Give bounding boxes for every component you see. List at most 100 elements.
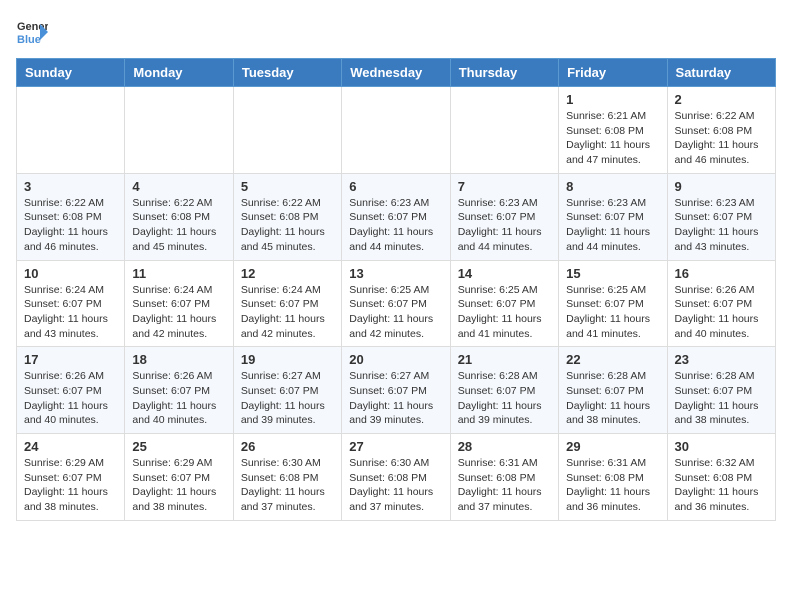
weekday-header-tuesday: Tuesday xyxy=(233,59,341,87)
day-number: 6 xyxy=(349,179,442,194)
calendar-cell: 28Sunrise: 6:31 AM Sunset: 6:08 PM Dayli… xyxy=(450,434,558,521)
calendar-cell: 7 Sunrise: 6:23 AM Sunset: 6:07 PM Daylig… xyxy=(450,173,558,260)
calendar-cell: 21Sunrise: 6:28 AM Sunset: 6:07 PM Dayli… xyxy=(450,347,558,434)
calendar-row-0: 1 Sunrise: 6:21 AM Sunset: 6:08 PM Daylig… xyxy=(17,87,776,174)
calendar-cell: 11 Sunrise: 6:24 AM Sunset: 6:07 PM Dayli… xyxy=(125,260,233,347)
day-number: 9 xyxy=(675,179,768,194)
weekday-header-thursday: Thursday xyxy=(450,59,558,87)
calendar-cell: 5 Sunrise: 6:22 AM Sunset: 6:08 PM Daylig… xyxy=(233,173,341,260)
day-number: 18 xyxy=(132,352,225,367)
day-info: Sunrise: 6:22 AM Sunset: 6:08 PM Dayligh… xyxy=(241,196,334,255)
day-number: 15 xyxy=(566,266,659,281)
day-info: Sunrise: 6:32 AM Sunset: 6:08 PM Dayligh… xyxy=(675,456,768,515)
day-info: Sunrise: 6:26 AM Sunset: 6:07 PM Dayligh… xyxy=(675,283,768,342)
day-number: 2 xyxy=(675,92,768,107)
calendar-cell: 24 Sunrise: 6:29 AM Sunset: 6:07 PM Dayli… xyxy=(17,434,125,521)
calendar-cell xyxy=(233,87,341,174)
calendar-row-3: 17 Sunrise: 6:26 AM Sunset: 6:07 PM Dayli… xyxy=(17,347,776,434)
day-info: Sunrise: 6:31 AM Sunset: 6:08 PM Dayligh… xyxy=(458,456,551,515)
weekday-header-row: SundayMondayTuesdayWednesdayThursdayFrid… xyxy=(17,59,776,87)
day-number: 16 xyxy=(675,266,768,281)
day-info: Sunrise: 6:26 AM Sunset: 6:07 PM Dayligh… xyxy=(24,369,117,428)
calendar-cell xyxy=(125,87,233,174)
calendar-cell: 12Sunrise: 6:24 AM Sunset: 6:07 PM Dayli… xyxy=(233,260,341,347)
calendar-row-2: 10 Sunrise: 6:24 AM Sunset: 6:07 PM Dayli… xyxy=(17,260,776,347)
day-number: 8 xyxy=(566,179,659,194)
day-number: 17 xyxy=(24,352,117,367)
day-number: 19 xyxy=(241,352,334,367)
weekday-header-monday: Monday xyxy=(125,59,233,87)
day-info: Sunrise: 6:21 AM Sunset: 6:08 PM Dayligh… xyxy=(566,109,659,168)
day-info: Sunrise: 6:23 AM Sunset: 6:07 PM Dayligh… xyxy=(458,196,551,255)
day-info: Sunrise: 6:26 AM Sunset: 6:07 PM Dayligh… xyxy=(132,369,225,428)
day-number: 7 xyxy=(458,179,551,194)
weekday-header-sunday: Sunday xyxy=(17,59,125,87)
day-info: Sunrise: 6:22 AM Sunset: 6:08 PM Dayligh… xyxy=(24,196,117,255)
day-number: 1 xyxy=(566,92,659,107)
calendar-cell: 14Sunrise: 6:25 AM Sunset: 6:07 PM Dayli… xyxy=(450,260,558,347)
day-info: Sunrise: 6:28 AM Sunset: 6:07 PM Dayligh… xyxy=(458,369,551,428)
calendar-cell: 18 Sunrise: 6:26 AM Sunset: 6:07 PM Dayli… xyxy=(125,347,233,434)
day-info: Sunrise: 6:24 AM Sunset: 6:07 PM Dayligh… xyxy=(241,283,334,342)
calendar-cell: 4 Sunrise: 6:22 AM Sunset: 6:08 PM Daylig… xyxy=(125,173,233,260)
logo-icon: General Blue xyxy=(16,16,48,48)
calendar-cell: 16 Sunrise: 6:26 AM Sunset: 6:07 PM Dayli… xyxy=(667,260,775,347)
day-info: Sunrise: 6:28 AM Sunset: 6:07 PM Dayligh… xyxy=(675,369,768,428)
day-info: Sunrise: 6:22 AM Sunset: 6:08 PM Dayligh… xyxy=(675,109,768,168)
calendar-cell: 8 Sunrise: 6:23 AM Sunset: 6:07 PM Daylig… xyxy=(559,173,667,260)
calendar-cell: 6 Sunrise: 6:23 AM Sunset: 6:07 PM Daylig… xyxy=(342,173,450,260)
logo: General Blue xyxy=(16,16,48,48)
day-number: 29 xyxy=(566,439,659,454)
calendar-cell: 26Sunrise: 6:30 AM Sunset: 6:08 PM Dayli… xyxy=(233,434,341,521)
day-info: Sunrise: 6:22 AM Sunset: 6:08 PM Dayligh… xyxy=(132,196,225,255)
calendar-cell: 13Sunrise: 6:25 AM Sunset: 6:07 PM Dayli… xyxy=(342,260,450,347)
calendar-cell: 9Sunrise: 6:23 AM Sunset: 6:07 PM Daylig… xyxy=(667,173,775,260)
calendar-cell: 20 Sunrise: 6:27 AM Sunset: 6:07 PM Dayli… xyxy=(342,347,450,434)
day-info: Sunrise: 6:24 AM Sunset: 6:07 PM Dayligh… xyxy=(24,283,117,342)
day-number: 11 xyxy=(132,266,225,281)
calendar-cell: 22 Sunrise: 6:28 AM Sunset: 6:07 PM Dayli… xyxy=(559,347,667,434)
logo-wordmark: General Blue xyxy=(16,16,48,48)
day-info: Sunrise: 6:25 AM Sunset: 6:07 PM Dayligh… xyxy=(349,283,442,342)
calendar-row-1: 3Sunrise: 6:22 AM Sunset: 6:08 PM Daylig… xyxy=(17,173,776,260)
day-info: Sunrise: 6:23 AM Sunset: 6:07 PM Dayligh… xyxy=(349,196,442,255)
day-number: 20 xyxy=(349,352,442,367)
day-number: 24 xyxy=(24,439,117,454)
day-info: Sunrise: 6:25 AM Sunset: 6:07 PM Dayligh… xyxy=(458,283,551,342)
day-info: Sunrise: 6:23 AM Sunset: 6:07 PM Dayligh… xyxy=(566,196,659,255)
calendar-cell: 17 Sunrise: 6:26 AM Sunset: 6:07 PM Dayli… xyxy=(17,347,125,434)
calendar-cell: 3Sunrise: 6:22 AM Sunset: 6:08 PM Daylig… xyxy=(17,173,125,260)
day-info: Sunrise: 6:27 AM Sunset: 6:07 PM Dayligh… xyxy=(349,369,442,428)
calendar-table: SundayMondayTuesdayWednesdayThursdayFrid… xyxy=(16,58,776,521)
day-info: Sunrise: 6:28 AM Sunset: 6:07 PM Dayligh… xyxy=(566,369,659,428)
day-info: Sunrise: 6:31 AM Sunset: 6:08 PM Dayligh… xyxy=(566,456,659,515)
calendar-cell xyxy=(17,87,125,174)
day-number: 26 xyxy=(241,439,334,454)
day-info: Sunrise: 6:29 AM Sunset: 6:07 PM Dayligh… xyxy=(24,456,117,515)
day-info: Sunrise: 6:25 AM Sunset: 6:07 PM Dayligh… xyxy=(566,283,659,342)
weekday-header-wednesday: Wednesday xyxy=(342,59,450,87)
day-number: 30 xyxy=(675,439,768,454)
calendar-cell: 25Sunrise: 6:29 AM Sunset: 6:07 PM Dayli… xyxy=(125,434,233,521)
calendar-cell: 10 Sunrise: 6:24 AM Sunset: 6:07 PM Dayli… xyxy=(17,260,125,347)
day-number: 10 xyxy=(24,266,117,281)
page-header: General Blue xyxy=(16,16,776,48)
day-number: 27 xyxy=(349,439,442,454)
day-number: 25 xyxy=(132,439,225,454)
calendar-cell xyxy=(342,87,450,174)
calendar-cell: 23 Sunrise: 6:28 AM Sunset: 6:07 PM Dayli… xyxy=(667,347,775,434)
weekday-header-friday: Friday xyxy=(559,59,667,87)
day-info: Sunrise: 6:24 AM Sunset: 6:07 PM Dayligh… xyxy=(132,283,225,342)
day-number: 5 xyxy=(241,179,334,194)
calendar-cell: 27Sunrise: 6:30 AM Sunset: 6:08 PM Dayli… xyxy=(342,434,450,521)
calendar-cell: 30 Sunrise: 6:32 AM Sunset: 6:08 PM Dayli… xyxy=(667,434,775,521)
day-number: 23 xyxy=(675,352,768,367)
svg-text:Blue: Blue xyxy=(17,34,41,46)
calendar-row-4: 24 Sunrise: 6:29 AM Sunset: 6:07 PM Dayli… xyxy=(17,434,776,521)
calendar-cell: 19Sunrise: 6:27 AM Sunset: 6:07 PM Dayli… xyxy=(233,347,341,434)
calendar-cell: 29 Sunrise: 6:31 AM Sunset: 6:08 PM Dayli… xyxy=(559,434,667,521)
day-number: 4 xyxy=(132,179,225,194)
day-number: 22 xyxy=(566,352,659,367)
calendar-cell: 15 Sunrise: 6:25 AM Sunset: 6:07 PM Dayli… xyxy=(559,260,667,347)
weekday-header-saturday: Saturday xyxy=(667,59,775,87)
